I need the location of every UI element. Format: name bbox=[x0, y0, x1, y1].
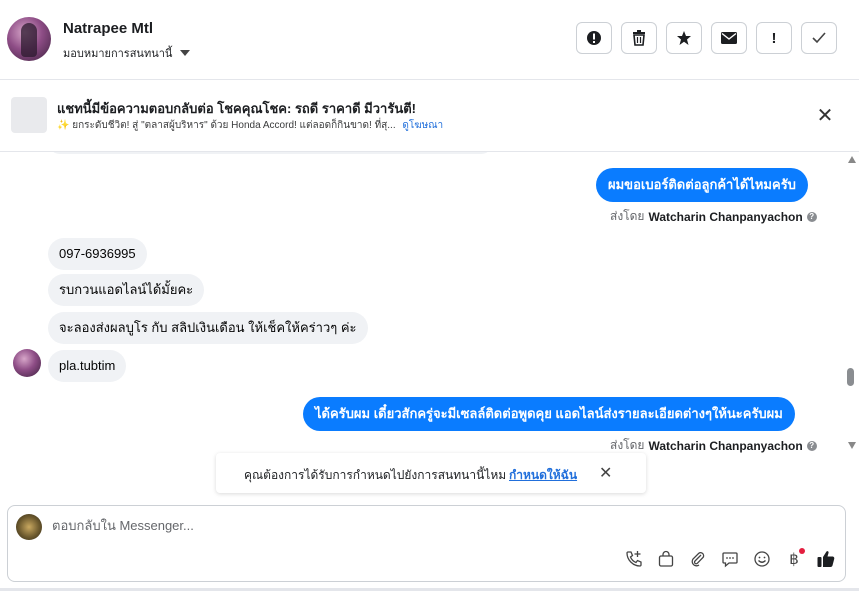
star-button[interactable] bbox=[666, 22, 702, 54]
assign-to-me-link[interactable]: กำหนดให้ฉัน bbox=[509, 466, 577, 485]
ad-thumbnail bbox=[11, 97, 47, 133]
thumbs-up-icon[interactable] bbox=[815, 548, 837, 570]
mark-unread-button[interactable] bbox=[711, 22, 747, 54]
exclamation-icon: ! bbox=[771, 29, 777, 47]
incoming-message: จะลองส่งผลบูโร กับ สลิปเงินเดือน ให้เช็ค… bbox=[48, 312, 368, 344]
mark-spam-button[interactable] bbox=[576, 22, 612, 54]
banner-title: แชทนี้มีข้อความตอบกลับต่อ โชคคุณโชค: รถด… bbox=[57, 101, 416, 116]
incoming-message: รบกวนแอดไลน์ได้มั้ยคะ bbox=[48, 274, 205, 306]
scroll-thumb[interactable] bbox=[847, 368, 854, 386]
reply-composer: ฿ bbox=[7, 505, 846, 582]
incoming-message: 097-6936995 bbox=[48, 238, 147, 270]
baht-icon[interactable]: ฿ bbox=[783, 548, 805, 570]
reply-input[interactable] bbox=[52, 518, 752, 533]
mark-done-button[interactable] bbox=[801, 22, 837, 54]
contact-avatar-small[interactable] bbox=[13, 349, 41, 377]
thread-scrollbar[interactable] bbox=[845, 152, 859, 452]
trash-icon bbox=[632, 30, 646, 46]
sender-name: Watcharin Chanpanyachon bbox=[648, 209, 803, 224]
assign-conversation-dropdown[interactable]: มอบหมายการสนทนานี้ bbox=[63, 44, 191, 62]
sender-name: Watcharin Chanpanyachon bbox=[648, 438, 803, 453]
assign-notice-text: คุณต้องการได้รับการกำหนดไปยังการสนทนานี้… bbox=[244, 468, 507, 482]
assign-label: มอบหมายการสนทนานี้ bbox=[63, 48, 173, 60]
banner-subtitle-text: ✨ ยกระดับชีวิต! สู่ "ตลาสผู้บริหาร" ด้วย… bbox=[57, 120, 396, 131]
view-ad-link[interactable]: ดูโฆษณา bbox=[402, 120, 443, 131]
alert-circle-icon bbox=[586, 30, 602, 46]
contact-avatar[interactable] bbox=[7, 17, 51, 61]
incoming-message: pla.tubtim bbox=[48, 350, 127, 382]
ad-reply-banner: แชทนี้มีข้อความตอบกลับต่อ โชคคุณโชค: รถด… bbox=[0, 81, 859, 152]
caret-down-icon bbox=[180, 50, 191, 56]
assign-notice: คุณต้องการได้รับการกำหนดไปยังการสนทนานี้… bbox=[216, 453, 646, 493]
conversation-header: Natrapee Mtl มอบหมายการสนทนานี้ ! bbox=[0, 0, 859, 80]
delete-button[interactable] bbox=[621, 22, 657, 54]
emoji-icon[interactable] bbox=[751, 548, 773, 570]
flag-button[interactable]: ! bbox=[756, 22, 792, 54]
banner-subtitle: ✨ ยกระดับชีวิต! สู่ "ตลาสผู้บริหาร" ด้วย… bbox=[57, 118, 443, 133]
scroll-down-arrow-icon[interactable] bbox=[848, 442, 856, 449]
composer-toolbar: ฿ bbox=[623, 548, 837, 570]
scroll-up-arrow-icon[interactable] bbox=[848, 156, 856, 163]
close-icon[interactable]: ✕ bbox=[599, 463, 612, 483]
header-actions: ! bbox=[576, 22, 837, 54]
sent-by-prefix: ส่งโดย bbox=[610, 209, 645, 223]
contact-name[interactable]: Natrapee Mtl bbox=[63, 20, 153, 37]
previous-message-bubble bbox=[48, 152, 493, 154]
phone-add-icon[interactable] bbox=[623, 548, 645, 570]
outgoing-message: ผมขอเบอร์ติดต่อลูกค้าได้ไหมครับ bbox=[596, 168, 808, 202]
envelope-icon bbox=[721, 32, 737, 44]
paperclip-icon[interactable] bbox=[687, 548, 709, 570]
outgoing-message: ได้ครับผม เดี๋ยวสักครู่จะมีเซลล์ติดต่อพู… bbox=[303, 397, 795, 431]
close-icon[interactable]: ✕ bbox=[815, 106, 835, 126]
check-icon bbox=[812, 32, 826, 44]
info-icon[interactable]: ? bbox=[806, 440, 817, 451]
info-icon[interactable]: ? bbox=[806, 211, 817, 222]
chat-bubble-icon[interactable] bbox=[719, 548, 741, 570]
star-icon bbox=[676, 30, 692, 46]
page-avatar bbox=[16, 514, 42, 540]
sent-by-label: ส่งโดย Watcharin Chanpanyachon ? bbox=[610, 207, 817, 226]
message-thread[interactable]: ผมขอเบอร์ติดต่อลูกค้าได้ไหมครับ ส่งโดย W… bbox=[0, 152, 845, 500]
notification-dot bbox=[799, 548, 805, 554]
shopping-bag-icon[interactable] bbox=[655, 548, 677, 570]
